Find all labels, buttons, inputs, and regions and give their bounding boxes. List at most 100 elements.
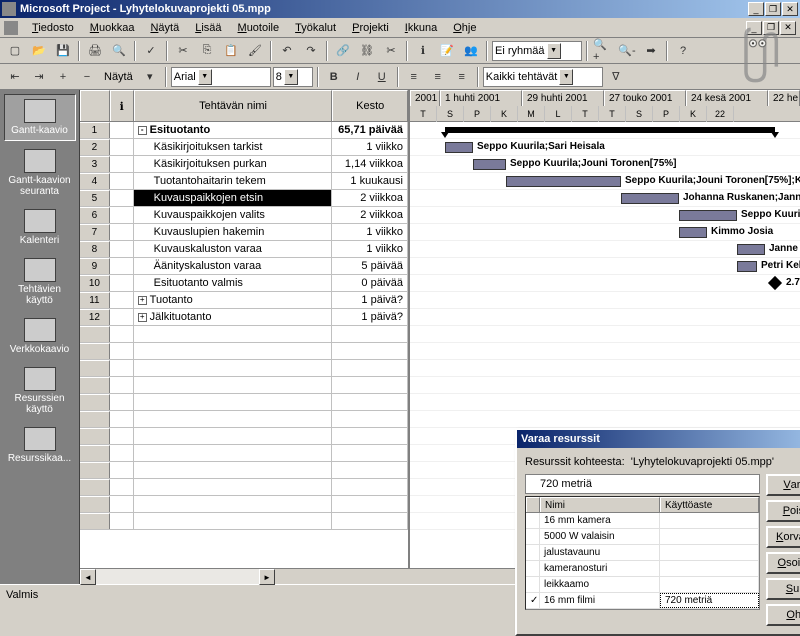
task-row[interactable]: 7Kuvauslupien hakemin1 viikko [80, 224, 408, 241]
size-combo[interactable]: 8▼ [273, 67, 313, 87]
dlg-btn-ohje[interactable]: Ohje [766, 604, 800, 626]
col-name[interactable]: Nimi [540, 497, 660, 512]
split-icon[interactable]: ✂ [380, 40, 402, 62]
link-icon[interactable]: 🔗 [332, 40, 354, 62]
task-bar[interactable] [506, 176, 621, 187]
outline-toggle[interactable]: - [138, 126, 147, 135]
task-row[interactable] [80, 411, 408, 428]
task-bar[interactable] [737, 261, 757, 272]
restore-button[interactable]: ❐ [765, 2, 781, 16]
resource-row[interactable]: 16 mm kamera [526, 513, 759, 529]
task-row[interactable] [80, 462, 408, 479]
task-row[interactable]: 2Käsikirjoituksen tarkist1 viikko [80, 139, 408, 156]
info-header[interactable]: ℹ [110, 90, 134, 121]
menu-lisää[interactable]: Lisää [187, 20, 229, 36]
show-sub-icon[interactable]: + [52, 66, 74, 88]
view-gantt-kaavio[interactable]: Gantt-kaavio [4, 94, 76, 141]
group-combo[interactable]: Ei ryhmää▼ [492, 41, 582, 61]
preview-icon[interactable]: 🔍 [108, 40, 130, 62]
undo-icon[interactable]: ↶ [276, 40, 298, 62]
resource-table[interactable]: Nimi Käyttöaste 16 mm kamera5000 W valai… [525, 496, 760, 610]
outline-toggle[interactable]: + [138, 313, 147, 322]
close-button[interactable]: ✕ [782, 2, 798, 16]
font-combo[interactable]: Arial▼ [171, 67, 271, 87]
view-teht-vien-k-ytt-[interactable]: Tehtävien käyttö [4, 254, 76, 310]
menu-projekti[interactable]: Projekti [344, 20, 397, 36]
dlg-btn-varaa[interactable]: Varaa [766, 474, 800, 496]
row-header[interactable] [80, 90, 110, 121]
autofilter-icon[interactable]: ∇ [605, 66, 627, 88]
spell-icon[interactable]: ✓ [140, 40, 162, 62]
task-row[interactable] [80, 428, 408, 445]
save-icon[interactable]: 💾 [52, 40, 74, 62]
menu-muotoile[interactable]: Muotoile [230, 20, 288, 36]
hide-sub-icon[interactable]: − [76, 66, 98, 88]
task-row[interactable] [80, 445, 408, 462]
show-dd-icon[interactable]: ▾ [139, 66, 161, 88]
task-row[interactable]: 3Käsikirjoituksen purkan1,14 viikkoa [80, 156, 408, 173]
dlg-btn-poista[interactable]: Poista [766, 500, 800, 522]
outdent-icon[interactable]: ⇤ [4, 66, 26, 88]
task-row[interactable]: 4Tuotantohaitarin tekem1 kuukausi [80, 173, 408, 190]
task-row[interactable] [80, 496, 408, 513]
menu-näytä[interactable]: Näytä [142, 20, 187, 36]
italic-icon[interactable]: I [347, 66, 369, 88]
menu-työkalut[interactable]: Työkalut [287, 20, 344, 36]
task-row[interactable] [80, 326, 408, 343]
menu-tiedosto[interactable]: Tiedosto [24, 20, 82, 36]
task-row[interactable]: 10Esituotanto valmis0 päivää [80, 275, 408, 292]
task-row[interactable]: 5Kuvauspaikkojen etsin2 viikkoa [80, 190, 408, 207]
view-resurssikaa---[interactable]: Resurssikaa... [4, 423, 76, 468]
task-row[interactable] [80, 394, 408, 411]
name-header[interactable]: Tehtävän nimi [134, 90, 333, 121]
task-bar[interactable] [445, 142, 473, 153]
unlink-icon[interactable]: ⛓ [356, 40, 378, 62]
outline-toggle[interactable]: + [138, 296, 147, 305]
align-right-icon[interactable]: ≡ [451, 66, 473, 88]
task-row[interactable]: 9Äänityskaluston varaa5 päivää [80, 258, 408, 275]
indent-icon[interactable]: ⇥ [28, 66, 50, 88]
notes-icon[interactable]: 📝 [436, 40, 458, 62]
assign-icon[interactable]: 👥 [460, 40, 482, 62]
redo-icon[interactable]: ↷ [300, 40, 322, 62]
task-row[interactable] [80, 479, 408, 496]
task-row[interactable]: 11+Tuotanto1 päivä? [80, 292, 408, 309]
copy-icon[interactable]: ⎘ [196, 40, 218, 62]
clippy-assistant[interactable] [730, 20, 790, 90]
task-row[interactable]: 1-Esituotanto65,71 päivää [80, 122, 408, 139]
task-bar[interactable] [737, 244, 765, 255]
task-row[interactable]: 6Kuvauspaikkojen valits2 viikkoa [80, 207, 408, 224]
menu-ikkuna[interactable]: Ikkuna [397, 20, 445, 36]
task-bar[interactable] [679, 210, 737, 221]
dlg-btn-sulje[interactable]: Sulje [766, 578, 800, 600]
view-verkkokaavio[interactable]: Verkkokaavio [4, 314, 76, 359]
align-center-icon[interactable]: ≡ [427, 66, 449, 88]
dlg-btn-korvaa[interactable]: Korvaa... [766, 526, 800, 548]
resource-row[interactable]: leikkaamo [526, 577, 759, 593]
menu-ohje[interactable]: Ohje [445, 20, 484, 36]
units-combo[interactable]: 720 metriä [525, 474, 760, 494]
bold-icon[interactable]: B [323, 66, 345, 88]
zoom-in-icon[interactable]: 🔍+ [592, 40, 614, 62]
task-bar[interactable] [679, 227, 707, 238]
task-row[interactable]: 8Kuvauskaluston varaa1 viikko [80, 241, 408, 258]
goto-icon[interactable]: ➡ [640, 40, 662, 62]
resource-row[interactable]: kameranosturi [526, 561, 759, 577]
view-gantt-kaavion-seuranta[interactable]: Gantt-kaavion seuranta [4, 145, 76, 201]
task-bar[interactable] [621, 193, 679, 204]
dlg-btn-osoite[interactable]: Osoite... [766, 552, 800, 574]
info-icon[interactable]: ℹ [412, 40, 434, 62]
resource-row[interactable]: 5000 W valaisin [526, 529, 759, 545]
filter-combo[interactable]: Kaikki tehtävät▼ [483, 67, 603, 87]
minimize-button[interactable]: _ [748, 2, 764, 16]
task-bar[interactable] [473, 159, 506, 170]
underline-icon[interactable]: U [371, 66, 393, 88]
task-row[interactable] [80, 360, 408, 377]
task-row[interactable] [80, 377, 408, 394]
duration-header[interactable]: Kesto [332, 90, 408, 121]
paste-icon[interactable]: 📋 [220, 40, 242, 62]
new-icon[interactable]: ▢ [4, 40, 26, 62]
task-row[interactable]: 12+Jälkituotanto1 päivä? [80, 309, 408, 326]
task-row[interactable] [80, 513, 408, 530]
help-icon[interactable]: ? [672, 40, 694, 62]
